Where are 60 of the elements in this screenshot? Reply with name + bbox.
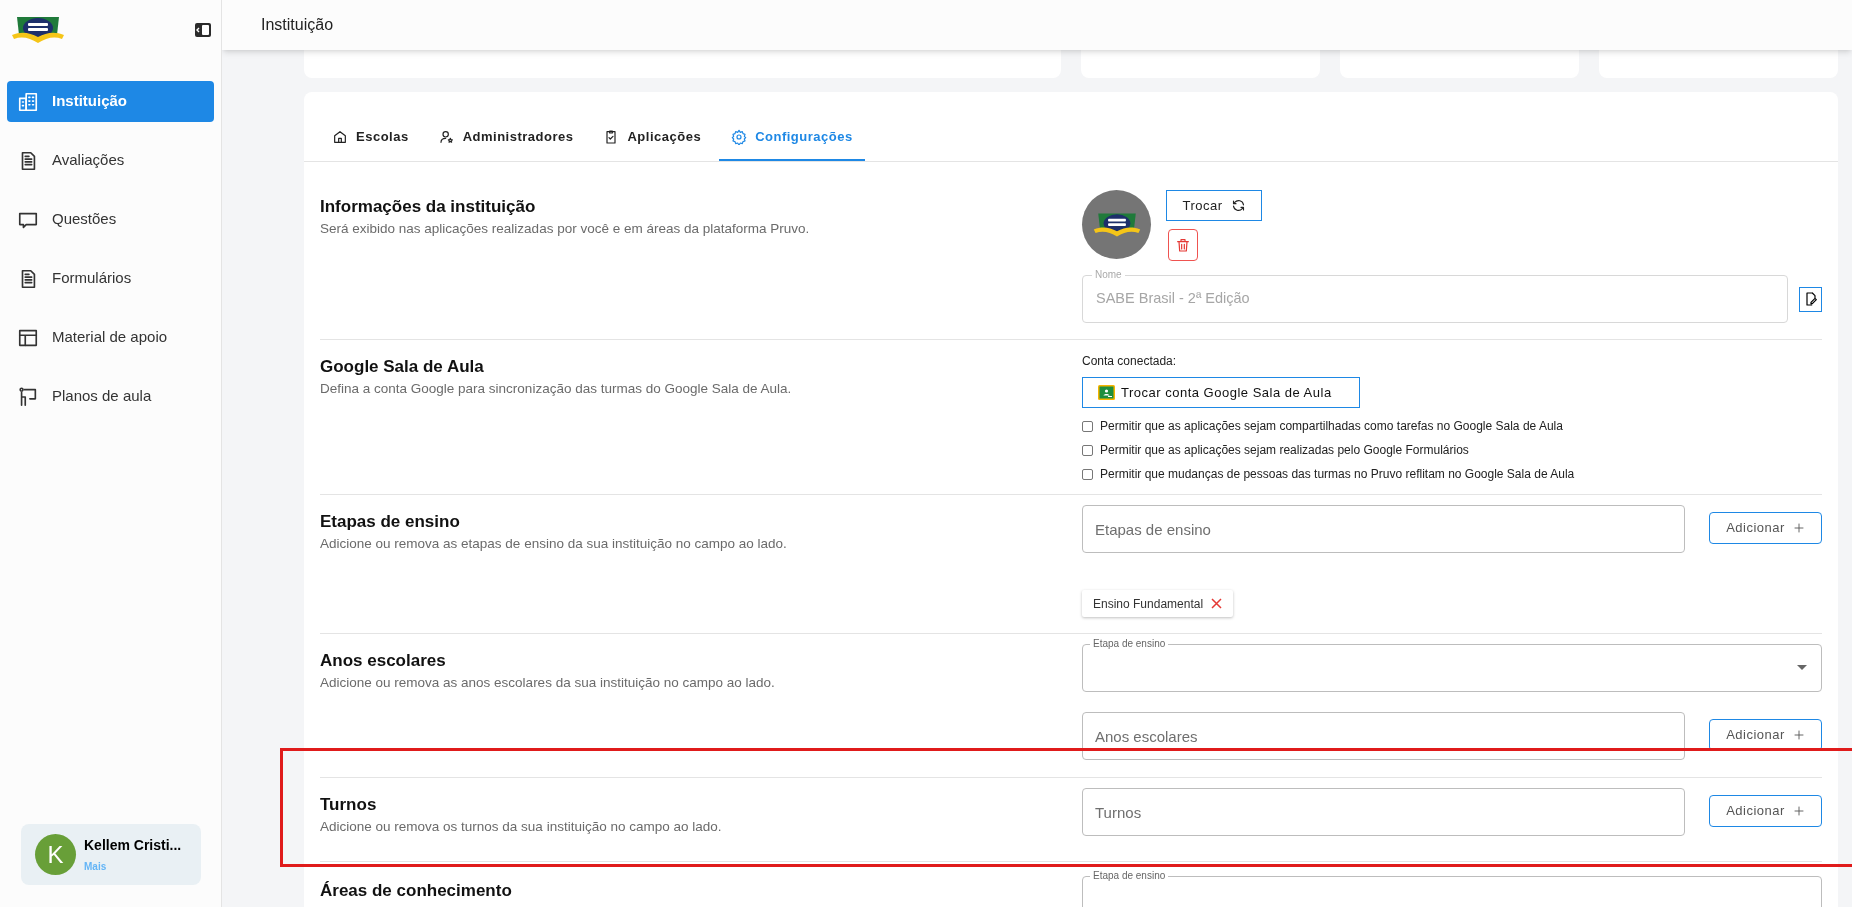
sidebar-toggle-icon[interactable] <box>194 22 212 38</box>
section-title: Etapas de ensino <box>320 511 461 533</box>
tab[interactable]: Escolas <box>320 114 421 161</box>
trash-icon <box>1175 237 1191 253</box>
plus-icon <box>1792 522 1805 534</box>
house-icon <box>332 128 348 145</box>
nav-item[interactable]: Formulários <box>7 258 214 299</box>
plus-icon <box>1792 729 1805 741</box>
nav-item[interactable]: Avaliações <box>7 140 214 181</box>
nav-item[interactable]: Questões <box>7 199 214 240</box>
buildings-icon <box>17 90 39 113</box>
tab[interactable]: Administradores <box>426 114 586 161</box>
section-description: Adicione ou remova os turnos da sua instituição no campo ao lado. <box>320 818 723 836</box>
section-title: Turnos <box>320 794 378 816</box>
user-card[interactable]: K Kellem Cristi... Mais <box>21 824 201 885</box>
checkbox-label: Permitir que mudanças de pessoas das turmas no Pruvo reflitam no Google Sala de Aula <box>1100 466 1575 482</box>
tab[interactable]: Configurações <box>719 114 865 161</box>
classroom-icon <box>1098 385 1115 400</box>
dropdown-arrow-icon <box>1797 665 1807 670</box>
text-field[interactable]: Etapas de ensino <box>1082 505 1685 553</box>
user-star-icon <box>438 128 455 145</box>
section-description: Será exibido nas aplicações realizadas por você e em áreas da plataforma Pruvo. <box>320 220 811 238</box>
plus-icon <box>1792 805 1805 817</box>
refresh-icon <box>1230 198 1246 213</box>
field-value: SABE Brasil - 2ª Edição <box>1096 289 1250 309</box>
section-description: Adicione ou remova as etapas de ensino da sua instituição no campo ao lado. <box>320 535 788 553</box>
nav-item[interactable]: Instituição <box>7 81 214 122</box>
page-title: Instituição <box>261 15 334 35</box>
close-icon[interactable] <box>1211 598 1223 609</box>
connected-label: Conta conectada: <box>1082 353 1178 369</box>
user-name: Kellem Cristi... <box>84 836 182 855</box>
gear-icon <box>731 128 748 145</box>
tab[interactable]: Aplicações <box>591 114 714 161</box>
add-button[interactable]: Adicionar <box>1709 795 1822 827</box>
checkbox[interactable] <box>1082 420 1093 432</box>
section-title: Anos escolares <box>320 650 447 672</box>
section-title: Áreas de conhecimento <box>320 880 513 902</box>
checkbox[interactable] <box>1082 444 1093 456</box>
nav-item[interactable]: Planos de aula <box>7 376 214 417</box>
text-field[interactable]: Turnos <box>1082 788 1685 836</box>
field-label: Etapa de ensino <box>1090 637 1169 651</box>
checkbox-label: Permitir que as aplicações sejam realizadas pelo Google Formulários <box>1100 442 1469 458</box>
presenter-icon <box>17 385 39 408</box>
nav-item[interactable]: Material de apoio <box>7 317 214 358</box>
checkbox[interactable] <box>1082 468 1093 480</box>
field-label: Etapa de ensino <box>1090 869 1169 883</box>
avatar: K <box>35 834 76 875</box>
checkbox-label: Permitir que as aplicações sejam compartilhadas como tarefas no Google Sala de Aula <box>1100 418 1563 434</box>
change-button[interactable]: Trocar <box>1166 190 1262 221</box>
section-description: Defina a conta Google para sincronização das turmas do Google Sala de Aula. <box>320 380 793 398</box>
tag-label: Ensino Fundamental <box>1093 595 1204 613</box>
section-description: Adicione ou remova as anos escolares da sua instituição no campo ao lado. <box>320 674 776 692</box>
section-title: Google Sala de Aula <box>320 356 485 378</box>
section-title: Informações da instituição <box>320 196 537 218</box>
text-field[interactable]: Anos escolares <box>1082 712 1685 760</box>
logo-icon[interactable] <box>10 15 66 45</box>
edit-button[interactable] <box>1799 286 1822 312</box>
delete-button[interactable] <box>1168 229 1198 261</box>
add-button[interactable]: Adicionar <box>1709 512 1822 544</box>
google-classroom-button[interactable]: Trocar conta Google Sala de Aula <box>1082 377 1360 408</box>
